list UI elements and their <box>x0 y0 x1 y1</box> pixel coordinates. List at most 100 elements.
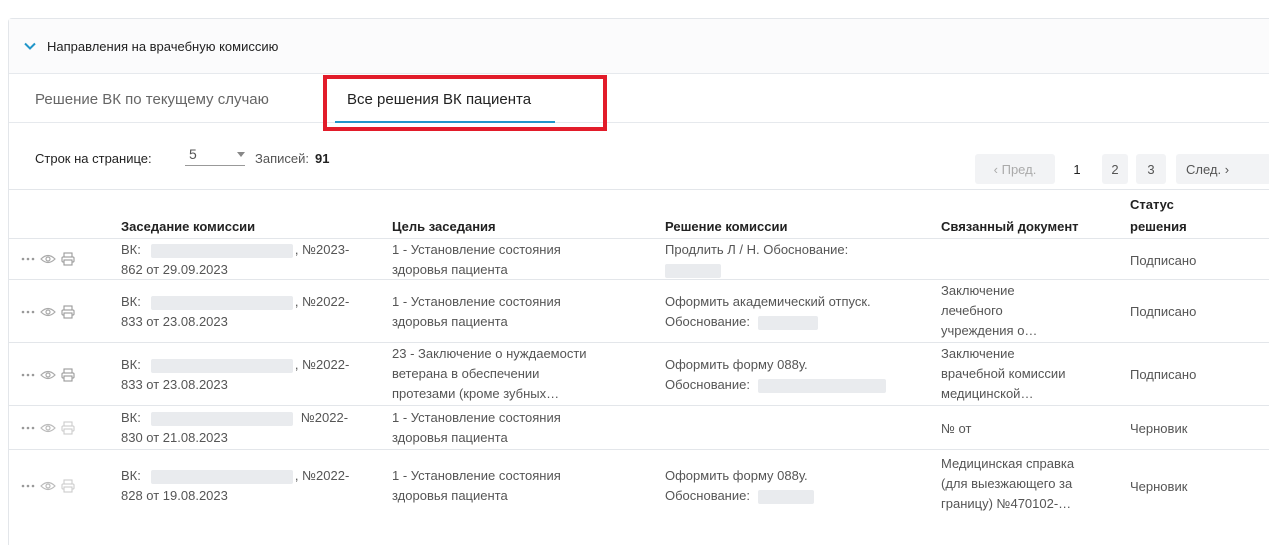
goal-cell: 1 - Установление состояния здоровья паци… <box>392 408 561 448</box>
col-header-status-line1[interactable]: Статус <box>1130 195 1174 215</box>
section-title: Направления на врачебную комиссию <box>47 38 279 54</box>
print-icon[interactable] <box>61 479 75 493</box>
records-label: Записей: <box>255 151 309 166</box>
prev-page-button[interactable]: ‹ Пред. <box>975 154 1055 184</box>
print-icon[interactable] <box>61 421 75 435</box>
document-line: (для выезжающего за <box>941 476 1073 491</box>
document-cell[interactable]: Заключение лечебного учреждения о… <box>941 281 1037 341</box>
decision-line: Продлить Л / Н. Обоснование: <box>665 242 849 257</box>
col-header-document[interactable]: Связанный документ <box>941 217 1079 237</box>
meeting-no: , №2022- <box>294 468 350 483</box>
page-3-button[interactable]: 3 <box>1136 154 1166 184</box>
decision-cell: Продлить Л / Н. Обоснование: <box>665 240 848 280</box>
decision-line: Оформить форму 088у. <box>665 468 808 483</box>
goal-cell: 23 - Заключение о нуждаемости ветерана в… <box>392 344 587 404</box>
eye-icon[interactable] <box>40 368 56 382</box>
meeting-no: , №2022- <box>294 294 350 309</box>
meeting-no: №2022- <box>300 410 349 425</box>
row-actions <box>21 479 75 493</box>
meeting-date: 833 от 23.08.2023 <box>121 377 228 392</box>
rows-per-page-label: Строк на странице: <box>35 151 152 166</box>
goal-line: здоровья пациента <box>392 430 508 445</box>
eye-icon[interactable] <box>40 479 56 493</box>
tab-label: Решение ВК по текущему случаю <box>35 90 269 108</box>
print-icon[interactable] <box>61 252 75 266</box>
goal-line: 1 - Установление состояния <box>392 410 561 425</box>
decision-line: Оформить форму 088у. <box>665 357 808 372</box>
tab-current-case[interactable]: Решение ВК по текущему случаю <box>35 75 269 123</box>
meeting-prefix: ВК: <box>121 468 141 483</box>
document-cell[interactable]: Медицинская справка (для выезжающего за … <box>941 454 1074 514</box>
records-count: 91 <box>315 151 330 166</box>
goal-cell: 1 - Установление состояния здоровья паци… <box>392 240 561 280</box>
next-page-button[interactable]: След. › <box>1176 154 1269 184</box>
redacted-block <box>150 358 293 373</box>
table-toolbar: Строк на странице: 5 Записей: 91 ‹ Пред.… <box>9 124 1269 184</box>
redacted-block <box>757 315 818 330</box>
status-cell: Подписано <box>1130 253 1197 268</box>
table-row[interactable]: ВК: №2022- 830 от 21.08.2023 1 - Установл… <box>9 407 1269 450</box>
redacted-block <box>150 469 293 484</box>
chevron-down-icon[interactable] <box>23 39 37 53</box>
col-header-goal[interactable]: Цель заседания <box>392 217 496 237</box>
highlight-frame <box>323 75 607 131</box>
col-header-status-line2[interactable]: решения <box>1130 217 1187 237</box>
meeting-no: , №2023- <box>294 242 350 257</box>
col-header-meeting[interactable]: Заседание комиссии <box>121 217 255 237</box>
meeting-prefix: ВК: <box>121 357 141 372</box>
redacted-block <box>150 411 293 426</box>
rows-per-page-value: 5 <box>189 146 197 162</box>
meeting-date: 828 от 19.08.2023 <box>121 488 228 503</box>
goal-line: 1 - Установление состояния <box>392 242 561 257</box>
document-line: Медицинская справка <box>941 456 1075 471</box>
col-header-decision[interactable]: Решение комиссии <box>665 217 787 237</box>
meeting-cell: ВК: , №2022- 833 от 23.08.2023 <box>121 355 349 395</box>
section-header[interactable]: Направления на врачебную комиссию <box>9 19 1269 74</box>
decision-cell: Оформить форму 088у. Обоснование: <box>665 355 886 395</box>
meeting-prefix: ВК: <box>121 242 141 257</box>
meeting-cell: ВК: №2022- 830 от 21.08.2023 <box>121 408 348 448</box>
document-line: учреждения о… <box>941 323 1038 338</box>
goal-line: здоровья пациента <box>392 488 508 503</box>
status-cell: Подписано <box>1130 304 1197 319</box>
goal-line: ветерана в обеспечении <box>392 366 540 381</box>
page-1-button[interactable]: 1 <box>1062 154 1092 184</box>
decision-line: Обоснование: <box>665 488 750 503</box>
more-icon[interactable] <box>21 252 35 266</box>
goal-line: протезами (кроме зубных… <box>392 386 560 401</box>
eye-icon[interactable] <box>40 421 56 435</box>
meeting-date: 830 от 21.08.2023 <box>121 430 228 445</box>
document-line: границу) №470102-… <box>941 496 1072 511</box>
decision-line: Обоснование: <box>665 377 750 392</box>
table-header: Заседание комиссии Цель заседания Решени… <box>9 189 1269 239</box>
decision-line: Обоснование: <box>665 314 750 329</box>
status-cell: Черновик <box>1130 421 1188 436</box>
goal-line: здоровья пациента <box>392 314 508 329</box>
rows-per-page-select[interactable]: 5 <box>185 146 245 166</box>
goal-line: 1 - Установление состояния <box>392 468 561 483</box>
goal-line: здоровья пациента <box>392 262 508 277</box>
status-cell: Черновик <box>1130 479 1188 494</box>
document-cell[interactable]: № от <box>941 419 971 439</box>
table-row[interactable]: ВК: , №2022- 833 от 23.08.2023 23 - Заклю… <box>9 344 1269 406</box>
eye-icon[interactable] <box>40 252 56 266</box>
eye-icon[interactable] <box>40 305 56 319</box>
meeting-date: 833 от 23.08.2023 <box>121 314 228 329</box>
more-icon[interactable] <box>21 305 35 319</box>
more-icon[interactable] <box>21 479 35 493</box>
more-icon[interactable] <box>21 368 35 382</box>
redacted-block <box>150 295 293 310</box>
more-icon[interactable] <box>21 421 35 435</box>
print-icon[interactable] <box>61 368 75 382</box>
page-2-button[interactable]: 2 <box>1102 154 1128 184</box>
meeting-no: , №2022- <box>294 357 350 372</box>
print-icon[interactable] <box>61 305 75 319</box>
document-cell[interactable]: Заключение врачебной комиссии медицинско… <box>941 344 1065 404</box>
table-row[interactable]: ВК: , №2023- 862 от 29.09.2023 1 - Устано… <box>9 240 1269 280</box>
table-row[interactable]: ВК: , №2022- 833 от 23.08.2023 1 - Устано… <box>9 281 1269 343</box>
document-line: медицинской… <box>941 386 1034 401</box>
table-row[interactable]: ВК: , №2022- 828 от 19.08.2023 1 - Устано… <box>9 451 1269 546</box>
status-cell: Подписано <box>1130 367 1197 382</box>
meeting-cell: ВК: , №2022- 833 от 23.08.2023 <box>121 292 349 332</box>
decision-line: Оформить академический отпуск. <box>665 294 871 309</box>
